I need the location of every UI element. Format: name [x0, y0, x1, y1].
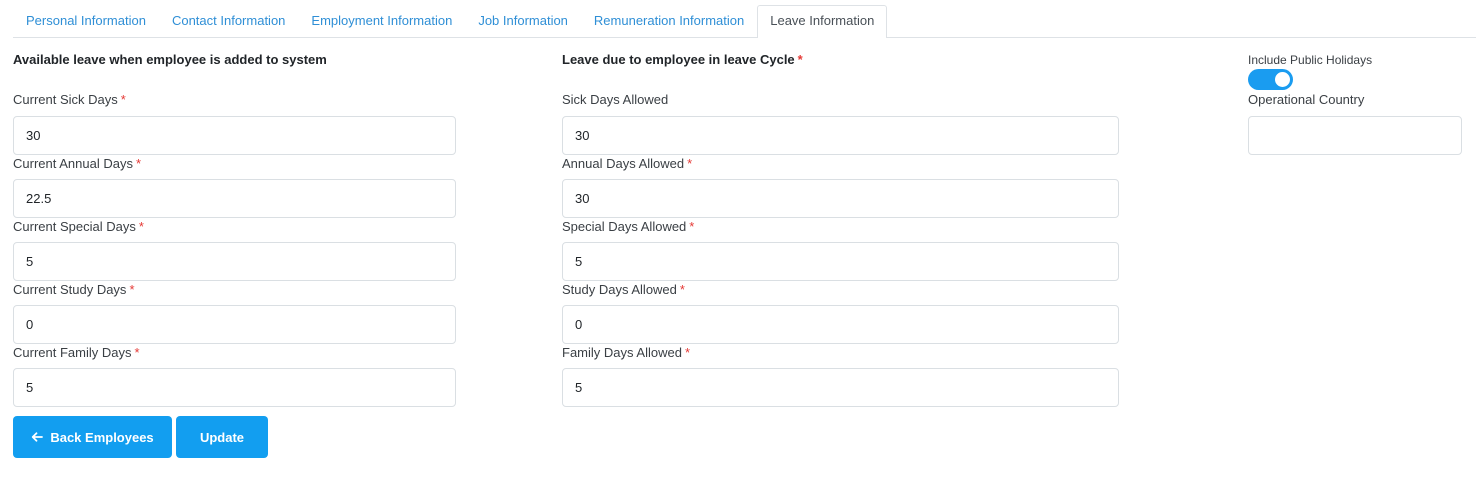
study-days-allowed-label: Study Days Allowed *: [562, 282, 685, 297]
tab-leave-information[interactable]: Leave Information: [757, 5, 888, 38]
update-label: Update: [199, 429, 245, 445]
required-marker: *: [679, 282, 685, 297]
current-family-days-input[interactable]: [13, 368, 456, 407]
back-employees-label: Back Employees: [50, 429, 154, 445]
operational-country-label: Operational Country: [1248, 92, 1365, 107]
current-sick-days-label: Current Sick Days *: [13, 92, 126, 107]
required-marker: *: [138, 219, 144, 234]
family-days-allowed-label: Family Days Allowed *: [562, 345, 690, 360]
current-study-days-input[interactable]: [13, 305, 456, 344]
current-sick-days-input[interactable]: [13, 116, 456, 155]
available-leave-heading: Available leave when employee is added t…: [13, 52, 327, 67]
toggle-knob: [1275, 72, 1290, 87]
tab-job-information[interactable]: Job Information: [465, 5, 581, 37]
tab-remuneration-information[interactable]: Remuneration Information: [581, 5, 757, 37]
required-marker: *: [129, 282, 135, 297]
study-days-allowed-input[interactable]: [562, 305, 1119, 344]
update-button[interactable]: Update: [176, 416, 268, 458]
annual-days-allowed-input[interactable]: [562, 179, 1119, 218]
current-special-days-input[interactable]: [13, 242, 456, 281]
include-public-holidays-toggle[interactable]: [1248, 69, 1293, 90]
include-public-holidays-label: Include Public Holidays: [1248, 53, 1373, 67]
tab-bar: Personal Information Contact Information…: [13, 5, 1476, 38]
leave-cycle-heading: Leave due to employee in leave Cycle *: [562, 52, 803, 67]
current-study-days-label: Current Study Days *: [13, 282, 135, 297]
required-marker: *: [134, 345, 140, 360]
required-marker: *: [687, 156, 693, 171]
required-marker: *: [135, 156, 142, 171]
family-days-allowed-input[interactable]: [562, 368, 1119, 407]
sick-days-allowed-input[interactable]: [562, 116, 1119, 155]
current-annual-days-input[interactable]: [13, 179, 456, 218]
current-special-days-label: Current Special Days *: [13, 219, 144, 234]
special-days-allowed-label: Special Days Allowed *: [562, 219, 695, 234]
tab-employment-information[interactable]: Employment Information: [298, 5, 465, 37]
tab-contact-information[interactable]: Contact Information: [159, 5, 298, 37]
arrow-left-icon: [31, 431, 44, 443]
required-marker: *: [689, 219, 695, 234]
back-employees-button[interactable]: Back Employees: [13, 416, 172, 458]
operational-country-input[interactable]: [1248, 116, 1462, 155]
annual-days-allowed-label: Annual Days Allowed *: [562, 156, 693, 171]
special-days-allowed-input[interactable]: [562, 242, 1119, 281]
required-marker: *: [684, 345, 690, 360]
tab-personal-information[interactable]: Personal Information: [13, 5, 159, 37]
required-marker: *: [120, 92, 126, 107]
current-annual-days-label: Current Annual Days *: [13, 156, 142, 171]
required-marker: *: [797, 52, 803, 67]
sick-days-allowed-label: Sick Days Allowed: [562, 92, 669, 107]
current-family-days-label: Current Family Days *: [13, 345, 140, 360]
